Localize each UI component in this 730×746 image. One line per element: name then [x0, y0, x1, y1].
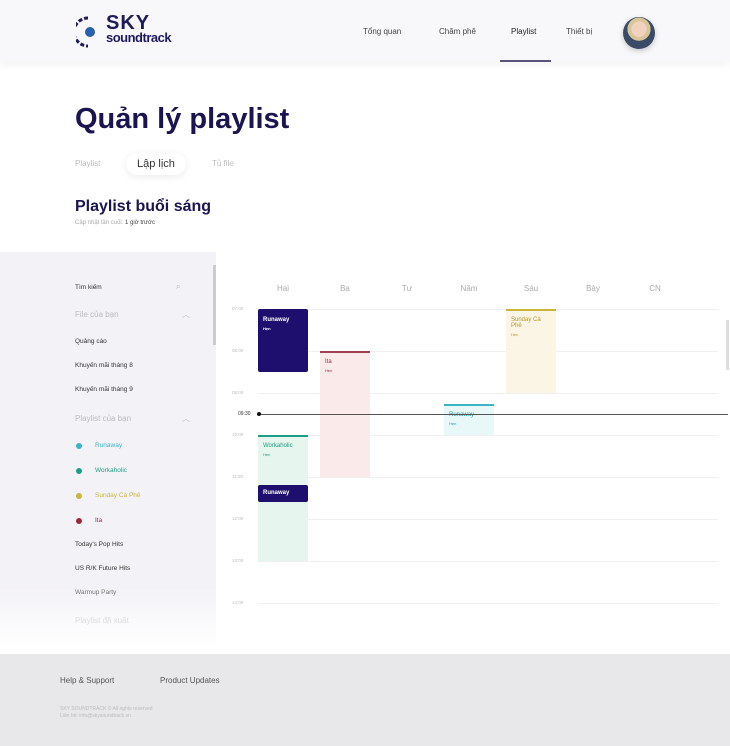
help-support-link[interactable]: Help & Support	[60, 676, 114, 685]
last-updated-label: Cập nhật lần cuối:	[75, 220, 124, 226]
exported-heading: Playlist đã xuất	[75, 616, 129, 625]
chevron-up-icon[interactable]: ︿	[182, 309, 190, 320]
day-header: Bảy	[586, 284, 600, 293]
hour-label: 07:00	[232, 306, 244, 311]
day-header: Năm	[460, 284, 478, 293]
hour-gridline	[258, 603, 718, 604]
file-item[interactable]: Khuyến mãi tháng 9	[75, 386, 133, 393]
chevron-up-icon[interactable]: ︿	[182, 413, 190, 424]
files-heading: File của bạn	[75, 310, 119, 319]
hour-label: 14:00	[232, 600, 244, 605]
event-title: Workaholic	[263, 443, 293, 449]
nav-playlist[interactable]: Playlist	[511, 27, 536, 36]
active-nav-indicator	[500, 60, 551, 62]
hour-gridline	[258, 477, 718, 478]
playlist-item[interactable]: Workaholic	[95, 467, 127, 474]
playlist-item[interactable]: US R/K Future Hits	[75, 565, 130, 572]
event-title: Sunday Cà Phê	[511, 317, 541, 329]
hour-label: 10:00	[232, 432, 244, 437]
search-icon[interactable]: ⌕	[176, 282, 180, 292]
last-updated: Cập nhật lần cuối: 1 giờ trước	[75, 220, 155, 226]
playlist-color-dot	[76, 518, 82, 524]
tab-schedule[interactable]: Lập lịch	[126, 153, 186, 175]
contact-text: Liên hệ: info@skysoundtrack.vn	[60, 713, 131, 719]
search-input[interactable]: Tìm kiếm	[75, 284, 102, 291]
tab-playlist[interactable]: Playlist	[75, 159, 100, 168]
playlist-item[interactable]: Warmup Party	[75, 589, 116, 596]
hour-gridline	[258, 309, 718, 310]
playlist-color-dot	[76, 468, 82, 474]
hour-label: 09:00	[232, 390, 244, 395]
file-item[interactable]: Quảng cáo	[75, 338, 107, 345]
hour-gridline	[258, 561, 718, 562]
nav-overview[interactable]: Tổng quan	[363, 27, 401, 36]
tab-files[interactable]: Tủ file	[212, 159, 234, 168]
file-item[interactable]: Khuyến mãi tháng 8	[75, 362, 133, 369]
event-title: Runaway	[263, 490, 290, 497]
playlists-heading: Playlist của bạn	[75, 414, 132, 423]
hour-label: 13:00	[232, 558, 244, 563]
day-header: Tư	[401, 284, 413, 293]
hour-label: 12:00	[232, 516, 244, 521]
product-updates-link[interactable]: Product Updates	[160, 676, 220, 685]
schedule-event[interactable]: Runaway	[258, 485, 308, 503]
logo-subtext: soundtrack	[106, 30, 172, 45]
current-time-line	[258, 414, 728, 415]
day-header: Sáu	[523, 284, 539, 293]
schedule-event[interactable]: RunawayHẹn	[444, 403, 494, 435]
playlist-color-dot	[76, 493, 82, 499]
copyright-text: SKY SOUNDTRACK © All rights reserved	[60, 706, 153, 712]
schedule-event[interactable]: Sunday Cà Phê Hẹn	[506, 309, 556, 393]
event-title: Runaway	[263, 317, 290, 323]
nav-cham-phe[interactable]: Chăm phê	[439, 27, 476, 36]
schedule-event[interactable]: Runaway Hẹn	[258, 309, 308, 372]
avatar[interactable]	[623, 17, 655, 49]
current-time-dot	[257, 412, 261, 416]
current-time-label: 09:30	[238, 411, 251, 417]
event-subtitle: Hẹn	[263, 326, 271, 331]
hour-gridline	[258, 519, 718, 520]
hour-label: 08:00	[232, 348, 244, 353]
event-subtitle: Hẹn	[511, 332, 519, 337]
day-header: Hai	[276, 284, 289, 293]
playlist-title: Playlist buổi sáng	[75, 198, 212, 215]
playlist-color-dot	[76, 443, 82, 449]
playlist-item[interactable]: Today's Pop Hits	[75, 541, 123, 548]
event-subtitle: Hẹn	[449, 420, 457, 426]
logo-icon	[76, 16, 95, 48]
footer	[0, 654, 730, 746]
playlist-item[interactable]: Ita	[95, 517, 102, 524]
hour-label: 11:00	[232, 474, 243, 479]
nav-devices[interactable]: Thiết bị	[566, 27, 592, 36]
day-header: CN	[649, 284, 661, 293]
day-header: Ba	[340, 284, 350, 293]
calendar-scrollbar[interactable]	[726, 320, 729, 370]
event-title: Ita	[325, 359, 332, 365]
event-subtitle: Hẹn	[325, 368, 333, 373]
playlist-item[interactable]: Runaway	[95, 442, 122, 449]
event-subtitle: Hẹn	[263, 452, 271, 457]
last-updated-value: 1 giờ trước	[125, 220, 155, 226]
playlist-item[interactable]: Sunday Cà Phê	[95, 492, 141, 499]
page-title: Quản lý playlist	[75, 103, 290, 135]
